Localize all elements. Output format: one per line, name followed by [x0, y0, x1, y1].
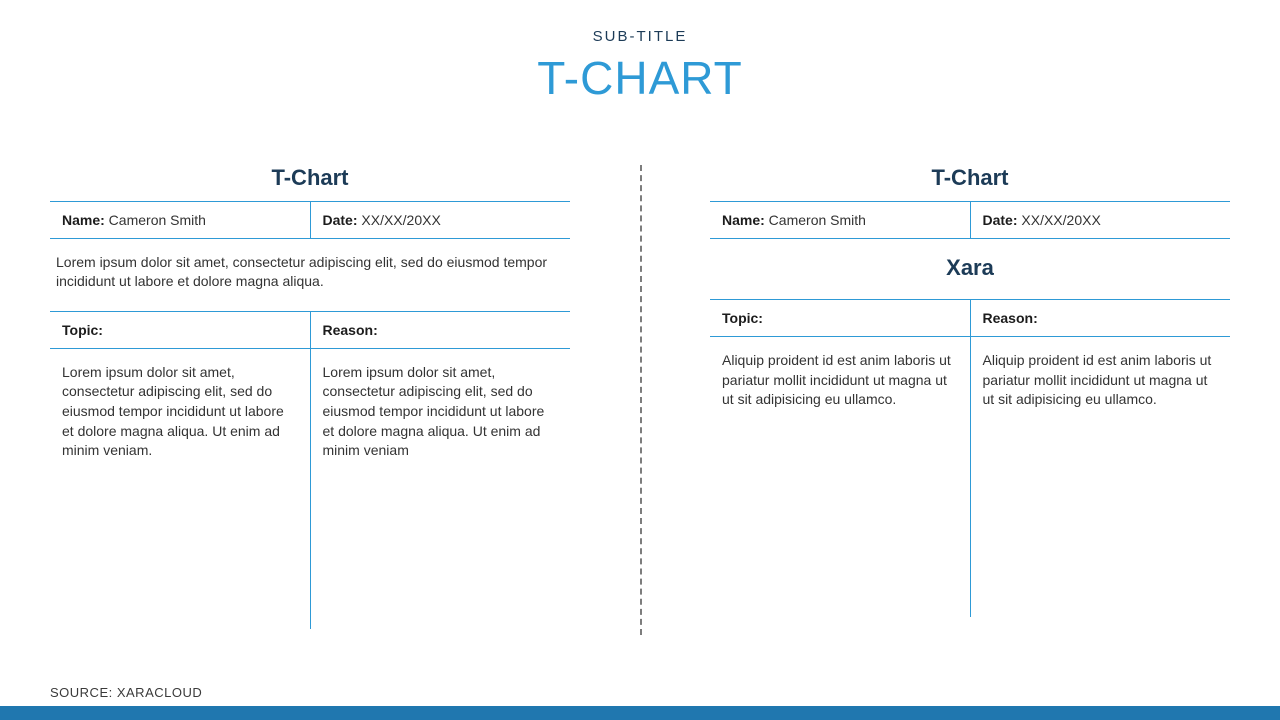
reason-header: Reason:	[971, 300, 1231, 336]
right-heading: T-Chart	[710, 165, 1230, 191]
right-table-header: Topic: Reason:	[710, 299, 1230, 337]
date-label: Date:	[983, 212, 1018, 228]
main-title: T-CHART	[0, 51, 1280, 105]
right-center-heading: Xara	[710, 239, 1230, 299]
vertical-divider	[640, 165, 642, 635]
topic-header: Topic:	[50, 312, 311, 348]
content-area: T-Chart Name: Cameron Smith Date: XX/XX/…	[0, 165, 1280, 629]
left-column: T-Chart Name: Cameron Smith Date: XX/XX/…	[50, 165, 570, 629]
left-description: Lorem ipsum dolor sit amet, consectetur …	[50, 239, 570, 311]
right-info-row: Name: Cameron Smith Date: XX/XX/20XX	[710, 201, 1230, 239]
name-value: Cameron Smith	[105, 212, 206, 228]
left-topic-text: Lorem ipsum dolor sit amet, consectetur …	[50, 349, 311, 629]
left-heading: T-Chart	[50, 165, 570, 191]
left-info-row: Name: Cameron Smith Date: XX/XX/20XX	[50, 201, 570, 239]
name-value: Cameron Smith	[765, 212, 866, 228]
source-text: SOURCE: XARACLOUD	[50, 685, 202, 700]
right-column: T-Chart Name: Cameron Smith Date: XX/XX/…	[710, 165, 1230, 629]
left-date-cell: Date: XX/XX/20XX	[311, 202, 571, 238]
left-table-header: Topic: Reason:	[50, 311, 570, 349]
name-label: Name:	[722, 212, 765, 228]
right-name-cell: Name: Cameron Smith	[710, 202, 971, 238]
right-reason-text: Aliquip proident id est anim laboris ut …	[971, 337, 1231, 617]
right-table-body: Aliquip proident id est anim laboris ut …	[710, 337, 1230, 617]
footer-bar	[0, 706, 1280, 720]
date-label: Date:	[323, 212, 358, 228]
date-value: XX/XX/20XX	[358, 212, 441, 228]
right-date-cell: Date: XX/XX/20XX	[971, 202, 1231, 238]
sub-title: SUB-TITLE	[0, 28, 1280, 45]
name-label: Name:	[62, 212, 105, 228]
date-value: XX/XX/20XX	[1018, 212, 1101, 228]
topic-header: Topic:	[710, 300, 971, 336]
slide-header: SUB-TITLE T-CHART	[0, 0, 1280, 105]
right-topic-text: Aliquip proident id est anim laboris ut …	[710, 337, 971, 617]
left-table-body: Lorem ipsum dolor sit amet, consectetur …	[50, 349, 570, 629]
left-reason-text: Lorem ipsum dolor sit amet, consectetur …	[311, 349, 571, 629]
left-name-cell: Name: Cameron Smith	[50, 202, 311, 238]
reason-header: Reason:	[311, 312, 571, 348]
